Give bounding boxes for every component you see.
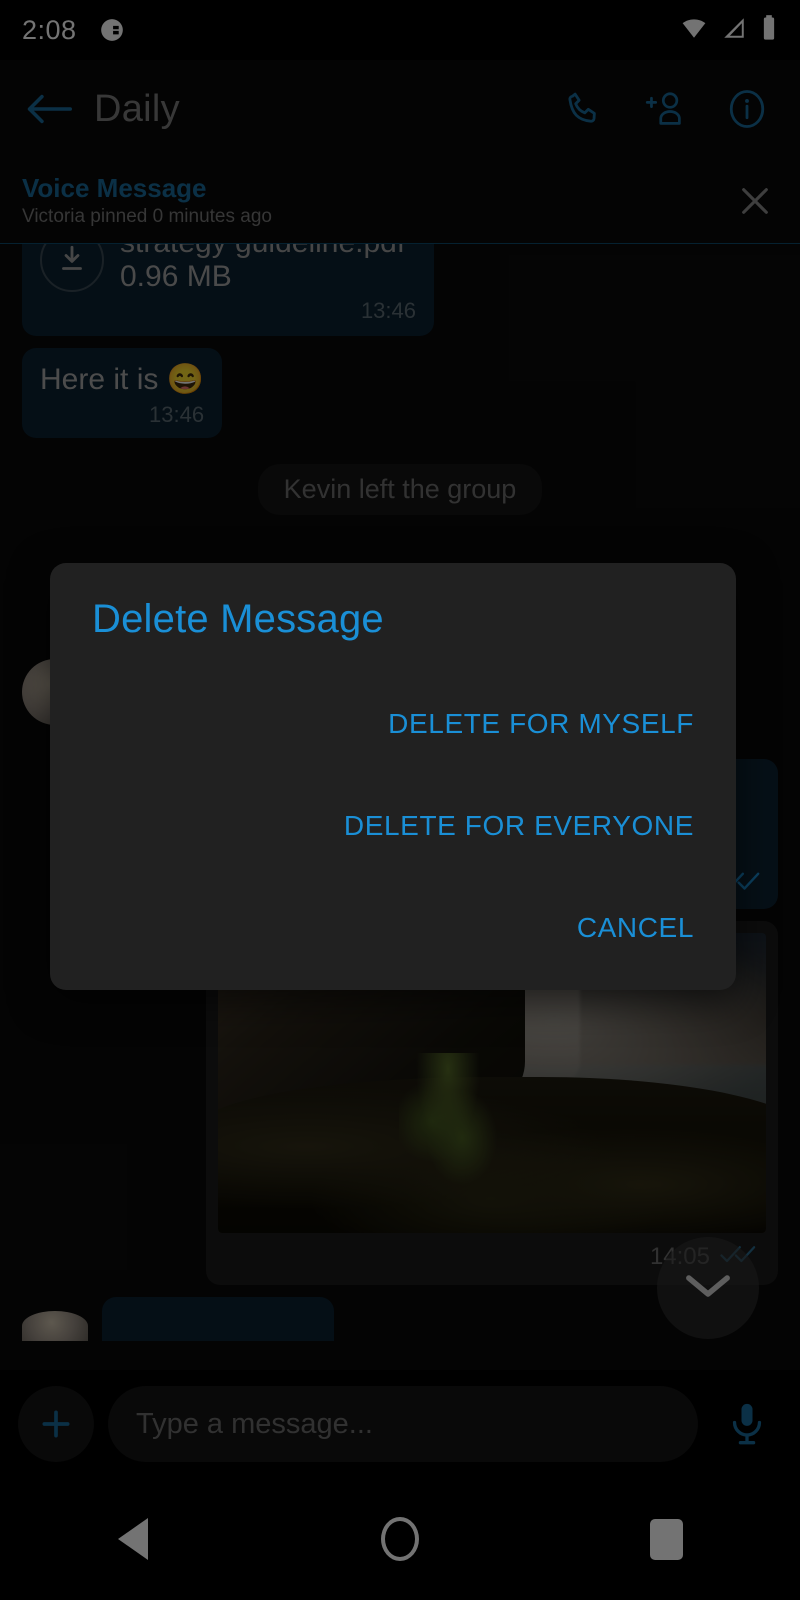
delete-for-everyone-button[interactable]: DELETE FOR EVERYONE <box>328 790 702 862</box>
phone-screen: 2:08 <box>0 0 800 1600</box>
cancel-button[interactable]: CANCEL <box>561 892 702 964</box>
dialog-actions: DELETE FOR MYSELF DELETE FOR EVERYONE CA… <box>92 688 702 964</box>
delete-for-myself-button[interactable]: DELETE FOR MYSELF <box>372 688 702 760</box>
dialog-title: Delete Message <box>92 597 384 641</box>
delete-message-dialog: Delete Message DELETE FOR MYSELF DELETE … <box>50 563 736 990</box>
